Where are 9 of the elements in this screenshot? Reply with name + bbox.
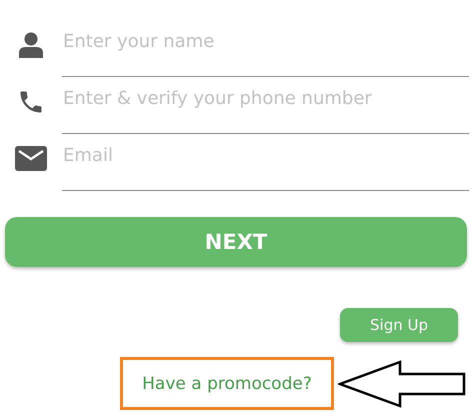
sign-up-button[interactable]: Sign Up [340,308,458,342]
input-field[interactable]: Email [62,134,469,190]
arrow-icon [338,360,466,408]
person-icon [19,32,43,58]
next-button[interactable]: NEXT [5,217,467,267]
mail-icon [15,146,47,171]
input-field[interactable]: Enter & verify your phone number [62,78,469,134]
input-field[interactable]: Enter your name [62,20,469,76]
promocode-link[interactable]: Have a promocode? [142,374,312,394]
